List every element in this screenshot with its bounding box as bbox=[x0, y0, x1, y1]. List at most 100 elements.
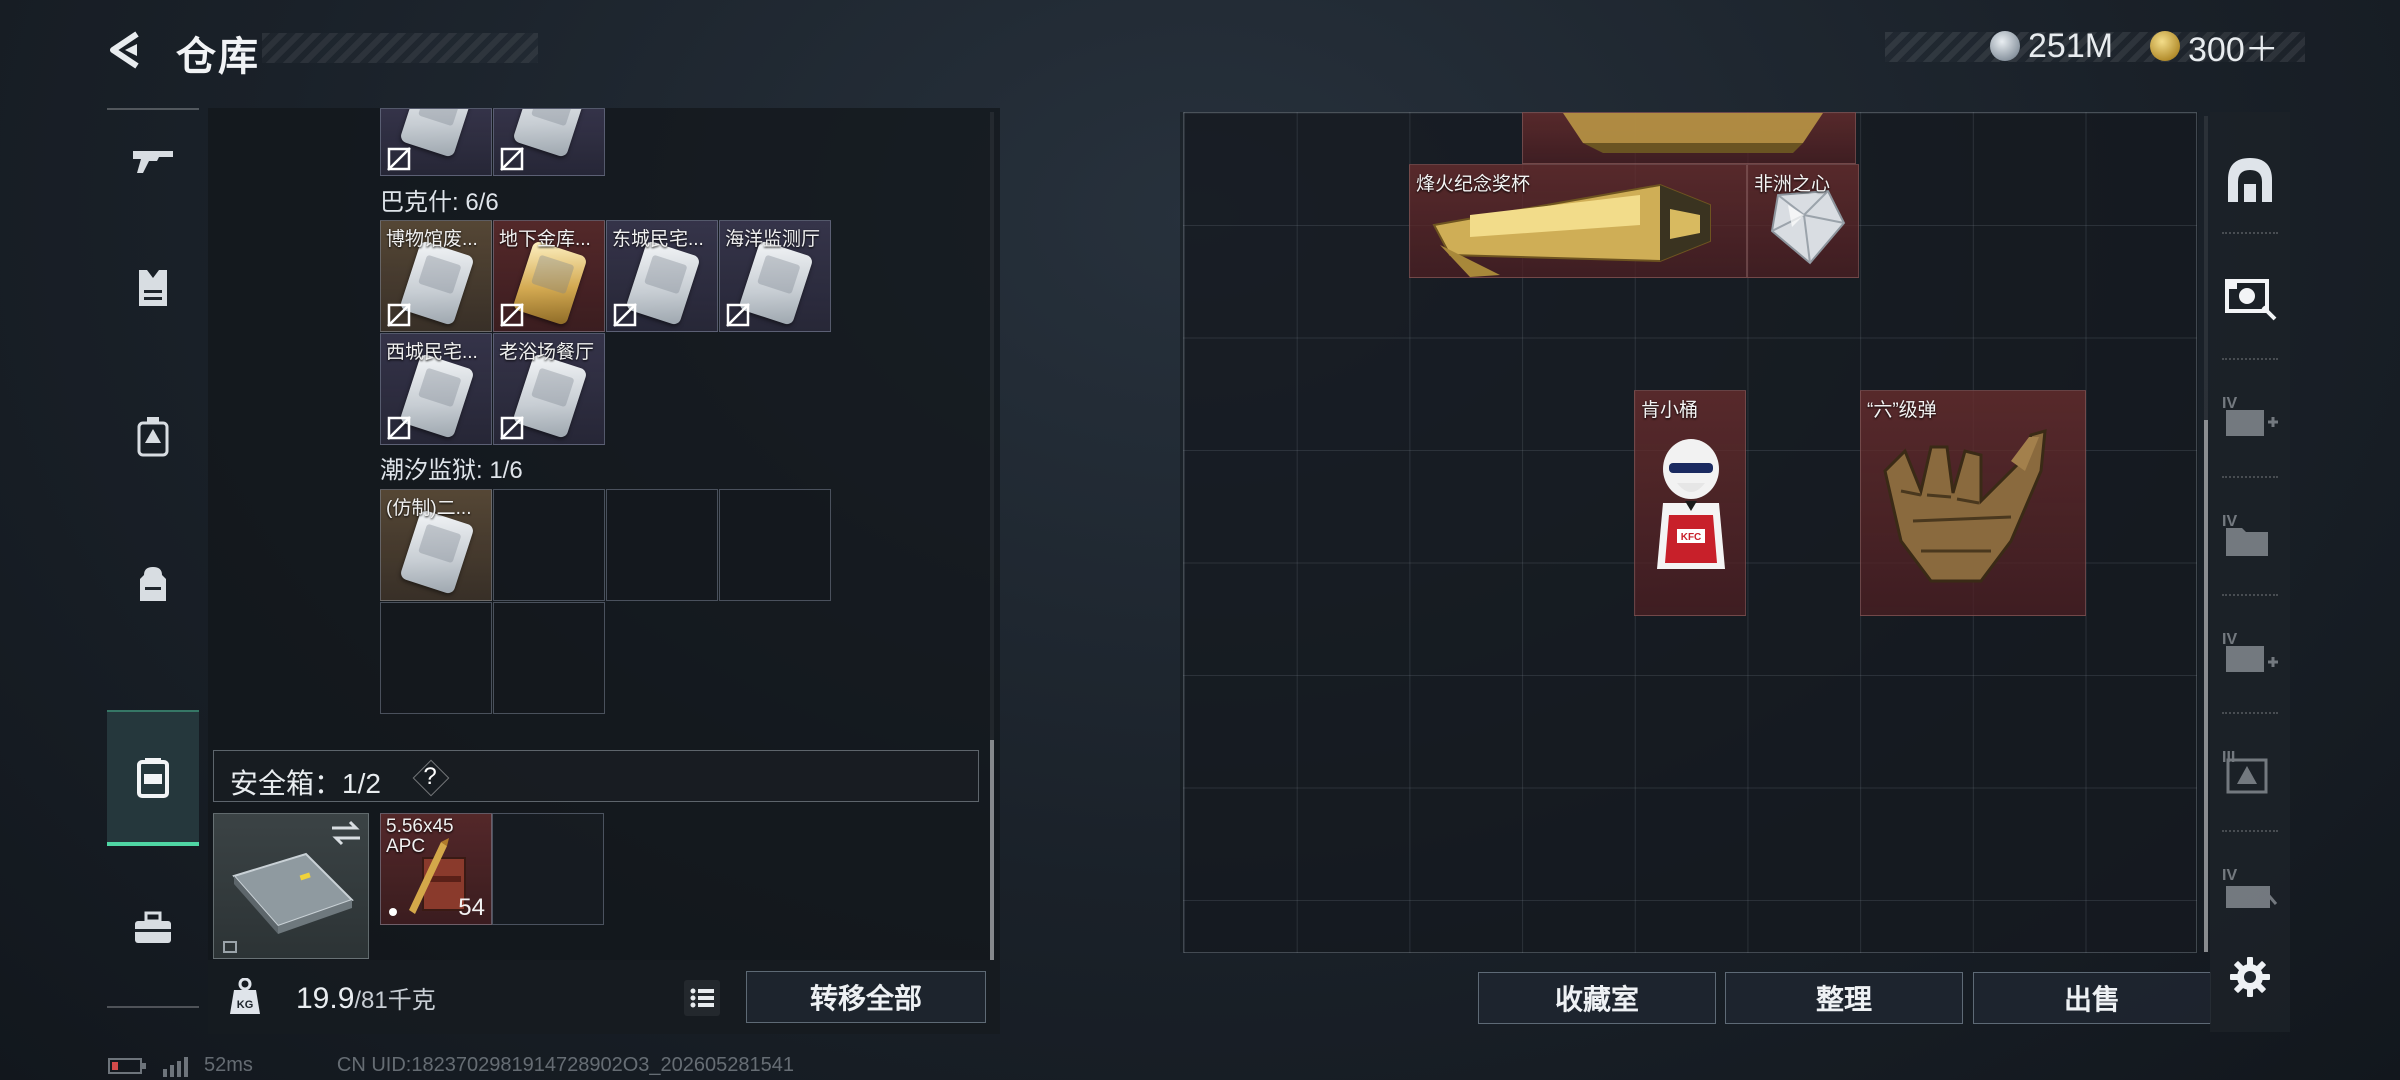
toolbar-storage-folder[interactable]: IV bbox=[2210, 490, 2290, 580]
svg-text:KG: KG bbox=[237, 999, 254, 1011]
signal-icon bbox=[163, 1056, 188, 1077]
ammo-item-slot[interactable]: 5.56x45 APC 54 bbox=[380, 813, 492, 925]
sort-button[interactable]: 整理 bbox=[1725, 972, 1963, 1024]
transfer-all-button[interactable]: 转移全部 bbox=[746, 971, 986, 1023]
silver-coin-icon bbox=[1990, 31, 2020, 61]
empty-safe-slot[interactable] bbox=[492, 813, 604, 925]
toolbar-storage-locked[interactable]: IV bbox=[2210, 844, 2290, 934]
left-bottom-bar: KG 19.9/81千克 转移全部 bbox=[208, 960, 1000, 1034]
empty-slot[interactable] bbox=[380, 602, 492, 714]
toolbar-storage-iii[interactable]: III bbox=[2210, 726, 2290, 816]
weapon-icon bbox=[133, 151, 173, 173]
toolbar-separator bbox=[2222, 232, 2278, 234]
swap-icon[interactable] bbox=[330, 820, 362, 846]
storage-iv-folder-icon: IV bbox=[2222, 513, 2268, 556]
key-card-slot[interactable]: 老浴场餐厅 bbox=[493, 333, 605, 445]
toolbar-separator bbox=[2222, 594, 2278, 596]
item-name: 非洲之心 bbox=[1754, 174, 1831, 195]
no-trade-icon bbox=[726, 303, 750, 327]
backpack-rig-icon bbox=[137, 417, 169, 457]
item-name: 肯小桶 bbox=[1641, 400, 1699, 421]
storage-scrollbar-thumb[interactable] bbox=[2204, 420, 2208, 952]
storage-item-gem[interactable]: 非洲之心 bbox=[1747, 164, 1859, 278]
item-name: 地下金库... bbox=[499, 229, 591, 250]
nav-safe-box[interactable] bbox=[107, 710, 199, 846]
ammo-count: 54 bbox=[458, 894, 485, 921]
item-name: 西城民宅... bbox=[386, 342, 478, 363]
ammo-name-line2: APC bbox=[386, 836, 426, 857]
gold-currency[interactable]: 300＋ bbox=[2150, 24, 2279, 69]
empty-slot[interactable] bbox=[606, 489, 718, 601]
top-bar: 仓库 251M 300＋ bbox=[0, 0, 2400, 100]
key-card-art bbox=[399, 509, 475, 595]
weight-capacity: /81千克 bbox=[354, 987, 436, 1014]
toolbar-add-storage-2[interactable]: IV bbox=[2210, 608, 2290, 698]
key-card-slot[interactable]: 西城民宅... bbox=[380, 333, 492, 445]
title-decoration bbox=[262, 33, 538, 63]
empty-slot[interactable] bbox=[719, 489, 831, 601]
storage-iv-locked-icon: IV bbox=[2222, 867, 2278, 908]
no-trade-icon bbox=[500, 147, 524, 171]
toolbar-separator bbox=[2222, 358, 2278, 360]
key-card-slot[interactable]: (仿制)二... bbox=[380, 489, 492, 601]
key-card-slot[interactable]: 地下金库... bbox=[493, 220, 605, 332]
empty-slot[interactable] bbox=[493, 489, 605, 601]
item-name: (仿制)二... bbox=[386, 498, 472, 519]
page-title: 仓库 bbox=[176, 35, 260, 79]
partial-item-slot[interactable] bbox=[493, 108, 605, 176]
left-scrollbar-thumb[interactable] bbox=[990, 740, 994, 960]
toolbar-add-storage[interactable]: IV bbox=[2210, 372, 2290, 462]
weight-readout: 19.9/81千克 bbox=[296, 980, 436, 1016]
toolbar-separator bbox=[2222, 712, 2278, 714]
no-trade-icon bbox=[500, 303, 524, 327]
nav-chest-rig[interactable] bbox=[107, 386, 199, 486]
item-name: 烽火纪念奖杯 bbox=[1416, 174, 1531, 195]
colonel-figure-art: KFC bbox=[1657, 439, 1725, 569]
item-name: 老浴场餐厅 bbox=[499, 342, 595, 363]
partial-storage-item[interactable] bbox=[1522, 112, 1856, 164]
toolbar-settings[interactable] bbox=[2210, 932, 2290, 1022]
no-trade-icon bbox=[613, 303, 637, 327]
gold-item-art bbox=[1563, 113, 1823, 153]
safe-box-label: 安全箱：1/2 bbox=[230, 768, 381, 799]
fund-tag-icon bbox=[2225, 279, 2277, 321]
add-storage-iv-icon: IV bbox=[2222, 395, 2278, 436]
toolbar-fund[interactable] bbox=[2210, 252, 2290, 342]
nav-armor[interactable] bbox=[107, 238, 199, 338]
svg-text:IV: IV bbox=[2222, 513, 2237, 530]
empty-slot[interactable] bbox=[493, 602, 605, 714]
settings-gear-icon bbox=[2230, 957, 2270, 997]
item-name: 东城民宅... bbox=[612, 229, 704, 250]
key-card-slot[interactable]: 东城民宅... bbox=[606, 220, 718, 332]
sell-button[interactable]: 出售 bbox=[1973, 972, 2211, 1024]
key-card-slot[interactable]: 博物馆废... bbox=[380, 220, 492, 332]
key-card-slot[interactable]: 海洋监测厅 bbox=[719, 220, 831, 332]
status-bar: 52ms CN UID:1823702981914728902O3_202605… bbox=[108, 1054, 794, 1077]
safe-box-container[interactable] bbox=[213, 813, 369, 959]
nav-toolbox[interactable] bbox=[107, 878, 199, 978]
item-name: “六”级弹 bbox=[1867, 400, 1937, 421]
no-trade-icon bbox=[500, 416, 524, 440]
partial-item-slot[interactable] bbox=[380, 108, 492, 176]
svg-text:KFC: KFC bbox=[1681, 532, 1702, 543]
battery-icon bbox=[108, 1057, 146, 1074]
svg-text:IV: IV bbox=[2222, 395, 2237, 412]
back-arrow-icon[interactable] bbox=[105, 28, 149, 72]
safe-box-icon bbox=[137, 758, 169, 798]
storage-item-figure[interactable]: KFC 肯小桶 bbox=[1634, 390, 1746, 616]
item-name: 博物馆废... bbox=[386, 229, 478, 250]
storage-item-trophy[interactable]: 烽火纪念奖杯 bbox=[1409, 164, 1747, 278]
nav-backpack[interactable] bbox=[107, 534, 199, 634]
gold-currency-amount: 300＋ bbox=[2188, 30, 2279, 69]
storage-item-hand[interactable]: “六”级弹 bbox=[1860, 390, 2086, 616]
silver-currency[interactable]: 251M bbox=[1990, 24, 2113, 68]
list-view-icon[interactable] bbox=[682, 978, 722, 1018]
group-label-tidal-prison: 潮汐监狱: 1/6 bbox=[380, 457, 523, 484]
nav-weapon[interactable] bbox=[107, 110, 199, 210]
collection-room-button[interactable]: 收藏室 bbox=[1478, 972, 1716, 1024]
help-button[interactable]: ? bbox=[412, 759, 448, 795]
toolbar-separator bbox=[2222, 476, 2278, 478]
bronze-hand-art bbox=[1883, 428, 2047, 583]
armor-vest-icon bbox=[139, 270, 167, 306]
toolbar-dome[interactable] bbox=[2210, 134, 2290, 224]
